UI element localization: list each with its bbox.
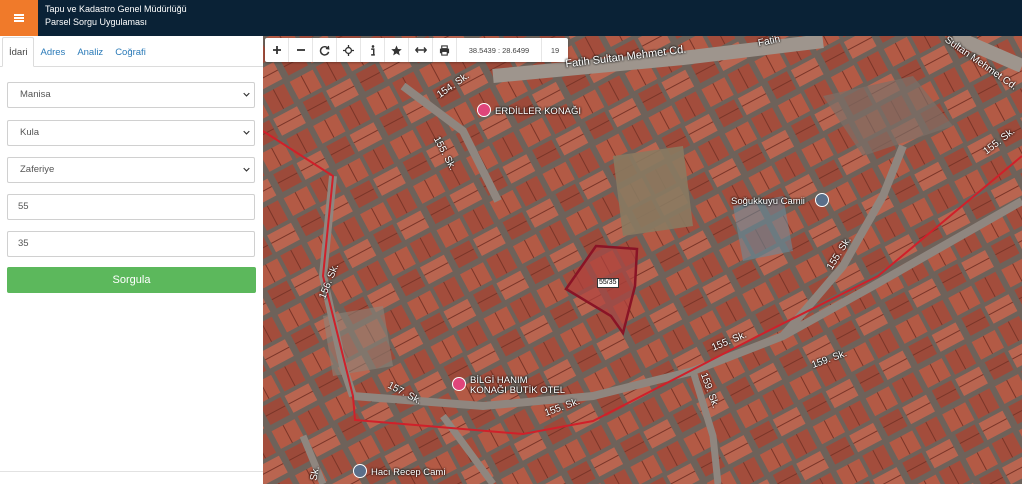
zoom-in-icon[interactable] — [265, 38, 289, 62]
tab-idari[interactable]: İdari — [2, 37, 35, 67]
sidebar-tabs: İdari Adres Analiz Coğrafi — [0, 36, 263, 67]
refresh-icon[interactable] — [313, 38, 337, 62]
star-icon[interactable] — [385, 38, 409, 62]
poi-label: KONAĞI BUTİK OTEL — [470, 385, 566, 396]
map-view[interactable]: 38.5439 : 28.6499 19 Fatih Sultan Mehmet… — [263, 36, 1022, 484]
zoom-out-icon[interactable] — [289, 38, 313, 62]
poi-label: Hacı Recep Cami — [371, 467, 446, 478]
tab-cografi[interactable]: Coğrafi — [109, 38, 152, 66]
measure-icon[interactable] — [409, 38, 433, 62]
poi-label: Soğukkuyu Camii — [731, 196, 805, 207]
tab-adres[interactable]: Adres — [34, 38, 71, 66]
chevron-down-icon — [243, 130, 250, 135]
footer-divider — [0, 471, 263, 472]
district-value: Kula — [20, 127, 40, 138]
menu-button[interactable] — [0, 0, 38, 36]
query-button[interactable]: Sorgula — [7, 267, 256, 293]
map-toolbar: 38.5439 : 28.6499 19 — [265, 38, 568, 62]
tab-analiz[interactable]: Analiz — [71, 38, 109, 66]
mosque-icon[interactable] — [815, 193, 829, 207]
satellite-map — [263, 36, 1022, 484]
hotel-icon[interactable] — [477, 103, 491, 117]
org-name: Tapu ve Kadastro Genel Müdürlüğü — [45, 4, 187, 14]
hamburger-icon — [14, 14, 24, 22]
neighborhood-value: Zaferiye — [20, 164, 55, 175]
parcel-value: 35 — [18, 238, 29, 249]
locate-icon[interactable] — [337, 38, 361, 62]
info-icon[interactable] — [361, 38, 385, 62]
print-icon[interactable] — [433, 38, 457, 62]
parcel-label[interactable]: 55/35 — [597, 278, 619, 288]
block-value: 55 — [18, 201, 29, 212]
block-input[interactable]: 55 — [7, 194, 255, 220]
mosque-icon[interactable] — [353, 464, 367, 478]
province-value: Manisa — [20, 89, 51, 100]
province-select[interactable]: Manisa — [7, 82, 255, 108]
sidebar: İdari Adres Analiz Coğrafi Manisa Kula Z… — [0, 36, 264, 484]
brand: Tapu ve Kadastro Genel Müdürlüğü Parsel … — [45, 3, 187, 29]
top-bar: Tapu ve Kadastro Genel Müdürlüğü Parsel … — [0, 0, 1022, 36]
neighborhood-select[interactable]: Zaferiye — [7, 157, 255, 183]
district-select[interactable]: Kula — [7, 120, 255, 146]
app-name: Parsel Sorgu Uygulaması — [45, 17, 148, 27]
hotel-icon[interactable] — [452, 377, 466, 391]
coordinate-readout: 38.5439 : 28.6499 — [457, 38, 542, 62]
chevron-down-icon — [243, 92, 250, 97]
parcel-input[interactable]: 35 — [7, 231, 255, 257]
chevron-down-icon — [243, 167, 250, 172]
poi-label: ERDİLLER KONAĞI — [495, 106, 582, 117]
